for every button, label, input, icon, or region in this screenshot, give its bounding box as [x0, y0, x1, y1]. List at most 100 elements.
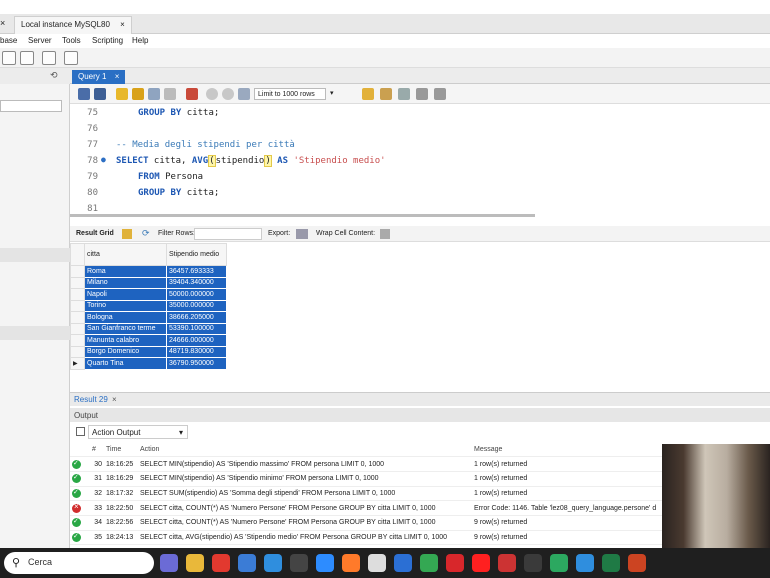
limit-rows-select[interactable]: Limit to 1000 rows — [254, 88, 326, 100]
reconnect-icon[interactable] — [64, 51, 78, 65]
connection-tab[interactable]: Local instance MySQL80 × — [14, 16, 132, 34]
grid-cell[interactable]: 24666.000000 — [166, 334, 227, 347]
grid-cell[interactable]: 36457.693333 — [166, 265, 227, 278]
row-header[interactable] — [70, 288, 85, 301]
find-icon[interactable] — [380, 88, 392, 100]
close-result-tab-icon[interactable]: × — [112, 395, 117, 404]
rollback-icon[interactable] — [222, 88, 234, 100]
schema-filter-input[interactable] — [0, 100, 62, 112]
toggle-error-icon[interactable] — [186, 88, 198, 100]
action-time: 18:16:29 — [104, 471, 138, 487]
opera-icon[interactable] — [446, 554, 464, 572]
grid-cell[interactable]: Quarto Tina — [84, 357, 167, 370]
inspector-icon[interactable] — [42, 51, 56, 65]
excel-icon[interactable] — [602, 554, 620, 572]
close-tab-icon[interactable]: × — [120, 20, 125, 29]
wrap-lines-icon[interactable] — [434, 88, 446, 100]
result-grid-tab[interactable]: Result Grid — [76, 230, 114, 237]
new-sql-icon[interactable] — [2, 51, 16, 65]
grid-cell[interactable]: Bologna — [84, 311, 167, 324]
explain-icon[interactable] — [148, 88, 160, 100]
tab-query-1[interactable]: Query 1 × — [72, 70, 126, 84]
menu-server[interactable]: Server — [28, 36, 52, 45]
autocommit-icon[interactable] — [238, 88, 250, 100]
output-type-select[interactable]: Action Output ▾ — [88, 425, 188, 439]
trello-icon[interactable] — [264, 554, 282, 572]
editor-scrollbar[interactable] — [70, 214, 535, 217]
windows-search-icon[interactable] — [160, 554, 178, 572]
refresh-icon[interactable]: ⟲ — [50, 70, 58, 81]
wrap-icon[interactable] — [380, 229, 390, 239]
grid-icon[interactable] — [122, 229, 132, 239]
search-icon[interactable] — [398, 88, 410, 100]
grid-cell[interactable]: 38666.205000 — [166, 311, 227, 324]
teams-icon[interactable] — [238, 554, 256, 572]
chevron-down-icon[interactable]: ▾ — [330, 89, 334, 97]
column-header[interactable]: citta — [84, 243, 167, 266]
invisible-chars-icon[interactable] — [416, 88, 428, 100]
row-header[interactable] — [70, 276, 85, 289]
unity-icon[interactable] — [368, 554, 386, 572]
grid-cell[interactable]: Torino — [84, 299, 167, 312]
menu-scripting[interactable]: Scripting — [92, 36, 123, 45]
grid-cell[interactable]: Napoli — [84, 288, 167, 301]
file-explorer-icon[interactable] — [186, 554, 204, 572]
firefox-icon[interactable] — [342, 554, 360, 572]
chrome-profile-icon[interactable] — [316, 554, 334, 572]
wacom-icon[interactable] — [524, 554, 542, 572]
taskbar-search-input[interactable]: ⚲ Cerca — [4, 552, 154, 574]
media-icon[interactable] — [628, 554, 646, 572]
export-icon[interactable] — [296, 229, 308, 239]
refresh-icon[interactable]: ⟳ — [142, 228, 150, 239]
current-row-arrow-icon[interactable]: ▶ — [70, 357, 85, 370]
grid-cell[interactable]: 48719.830000 — [166, 345, 227, 358]
open-file-icon[interactable] — [78, 88, 90, 100]
action-text: SELECT MIN(stipendio) AS 'Stipendio mass… — [138, 456, 472, 472]
photoshop-icon[interactable] — [394, 554, 412, 572]
execute-current-icon[interactable] — [132, 88, 144, 100]
close-query-tab-icon[interactable]: × — [115, 72, 120, 81]
grid-cell[interactable]: 39404.340000 — [166, 276, 227, 289]
row-header[interactable] — [70, 265, 85, 278]
copy-icon[interactable] — [76, 427, 85, 436]
row-header[interactable] — [70, 322, 85, 335]
identifier: stipendio — [215, 156, 265, 166]
video-app-icon[interactable] — [498, 554, 516, 572]
text-app-icon[interactable] — [212, 554, 230, 572]
grid-cell[interactable]: Manunta calabro — [84, 334, 167, 347]
save-icon[interactable] — [94, 88, 106, 100]
menu-database[interactable]: base — [0, 36, 17, 45]
stop-icon[interactable] — [164, 88, 176, 100]
close-left-icon[interactable]: × — [0, 18, 5, 28]
camtasia-icon[interactable] — [550, 554, 568, 572]
menu-help[interactable]: Help — [132, 36, 148, 45]
grid-cell[interactable]: Milano — [84, 276, 167, 289]
grid-cell[interactable]: Borgo Domenico — [84, 345, 167, 358]
row-header[interactable] — [70, 299, 85, 312]
beautify-icon[interactable] — [362, 88, 374, 100]
row-header[interactable] — [70, 334, 85, 347]
grid-cell[interactable]: San Gianfranco terme — [84, 322, 167, 335]
editor-toolbar: Limit to 1000 rows ▾ — [70, 84, 770, 104]
result-tab-label[interactable]: Result 29 — [74, 395, 108, 404]
youtube-icon[interactable] — [472, 554, 490, 572]
row-header[interactable] — [70, 311, 85, 324]
commit-icon[interactable] — [206, 88, 218, 100]
sql-editor[interactable]: 75 76 77 78 ● 79 80 81 GROUP BY citta; -… — [70, 104, 770, 218]
column-header: Action — [138, 442, 472, 458]
column-header[interactable]: Stipendio medio — [166, 243, 227, 266]
grid-cell[interactable]: 50000.000000 — [166, 288, 227, 301]
chrome-icon[interactable] — [420, 554, 438, 572]
open-sql-icon[interactable] — [20, 51, 34, 65]
menu-tools[interactable]: Tools — [62, 36, 81, 45]
grid-cell[interactable]: Roma — [84, 265, 167, 278]
grid-cell[interactable]: 36790.950000 — [166, 357, 227, 370]
execute-icon[interactable] — [116, 88, 128, 100]
row-header[interactable] — [70, 345, 85, 358]
typora-icon[interactable] — [290, 554, 308, 572]
filter-rows-input[interactable] — [194, 228, 262, 240]
vscode-icon[interactable] — [576, 554, 594, 572]
grid-cell[interactable]: 35000.000000 — [166, 299, 227, 312]
grid-cell[interactable]: 53390.100000 — [166, 322, 227, 335]
success-icon — [72, 473, 81, 484]
